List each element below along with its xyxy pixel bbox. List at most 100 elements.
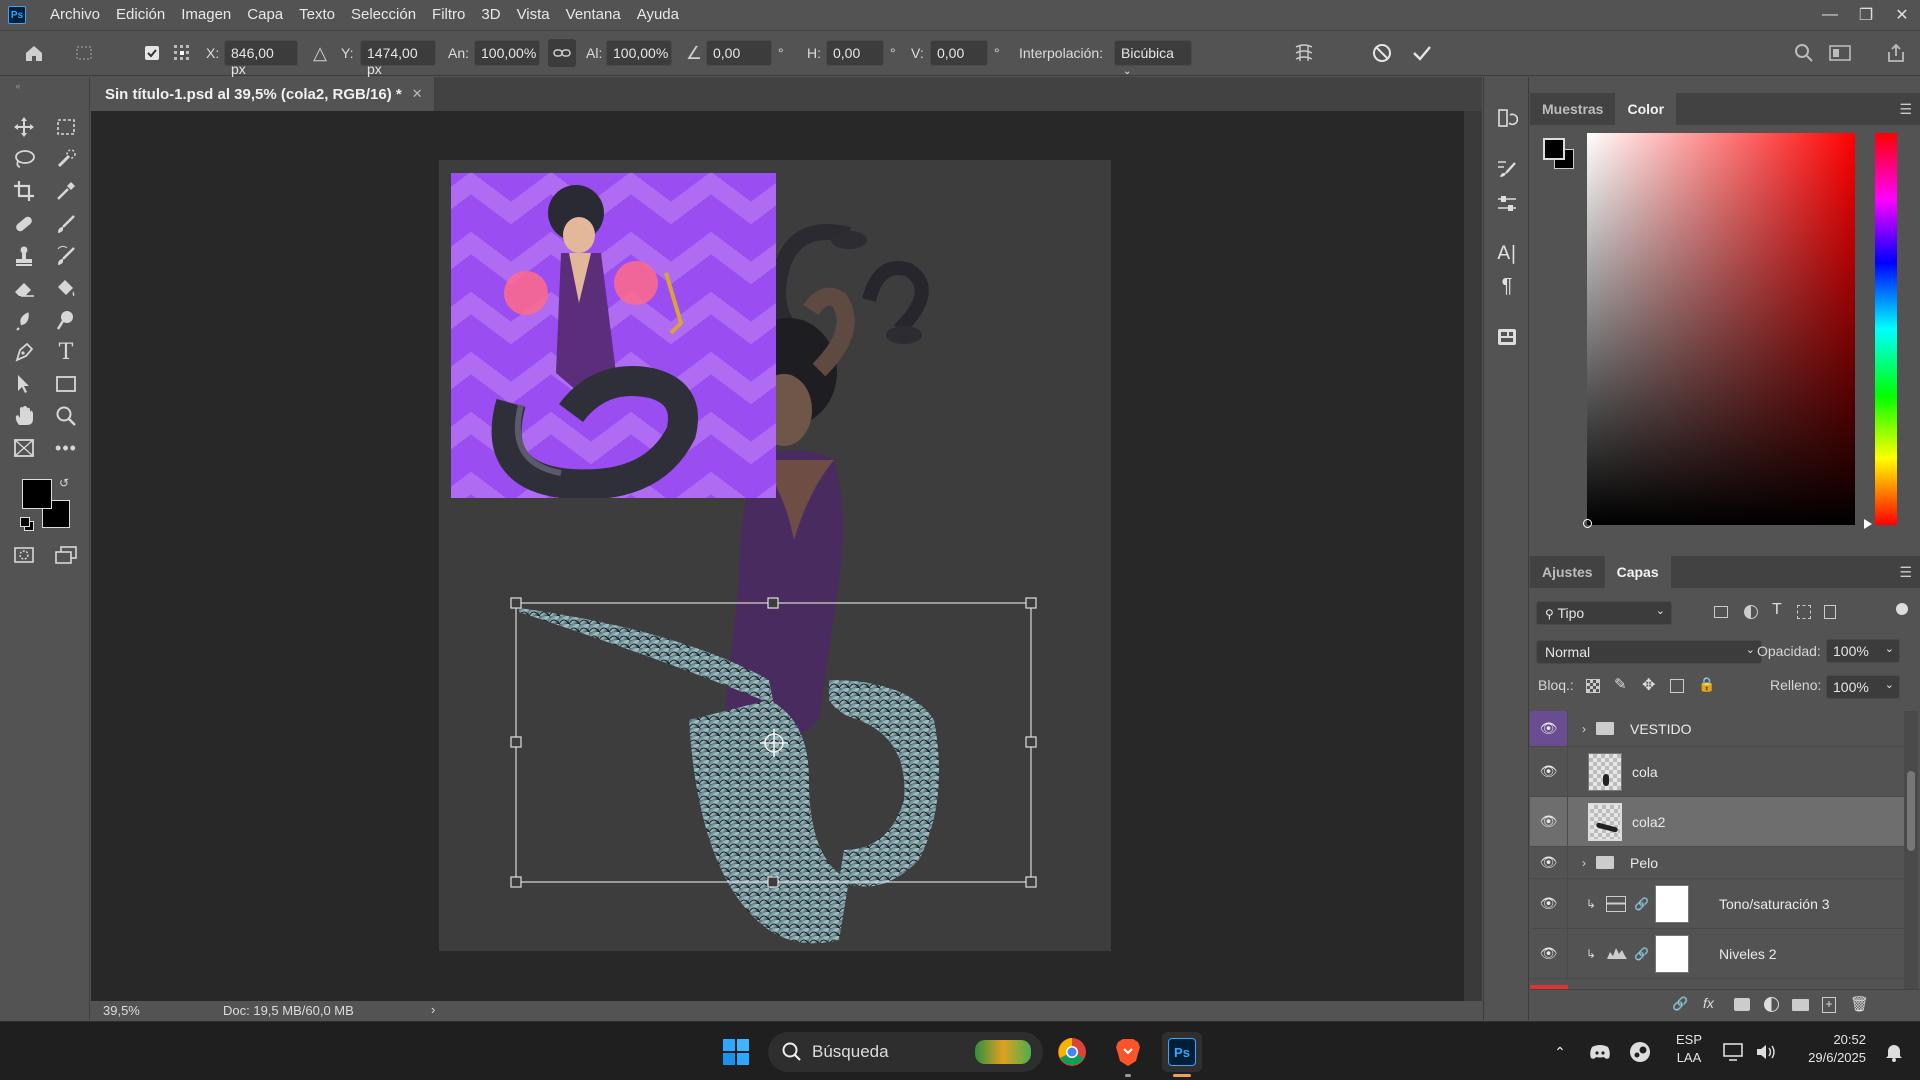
checkbox-checked-icon[interactable] [138, 39, 166, 67]
x-field[interactable]: 846,00 px [224, 40, 298, 77]
link-layers-icon[interactable]: 🔗 [1672, 996, 1688, 1012]
commit-transform-icon[interactable] [1408, 39, 1436, 67]
menu-filtro[interactable]: Filtro [424, 0, 473, 30]
photoshop-taskbar-icon[interactable]: Ps [1162, 1032, 1202, 1072]
hue-slider[interactable] [1875, 133, 1897, 525]
opacity-field[interactable]: 100% ⌄ [1826, 639, 1900, 663]
lock-position-icon[interactable]: ✥ [1642, 675, 1655, 695]
filter-shape-icon[interactable] [1797, 605, 1811, 619]
menu-vista[interactable]: Vista [509, 0, 558, 30]
layers-scrollbar[interactable] [1904, 711, 1918, 989]
filter-type-icon[interactable]: T [1772, 601, 1782, 619]
lock-all-icon[interactable]: 🔒 [1698, 676, 1715, 693]
brave-browser-icon[interactable] [1108, 1032, 1148, 1072]
menu-texto[interactable]: Texto [291, 0, 343, 30]
quick-mask-icon[interactable] [10, 541, 38, 569]
history-brush-tool-icon[interactable] [52, 242, 80, 270]
transform-tool-icon[interactable] [70, 39, 98, 67]
layer-row-pelo[interactable]: 👁 › Pelo [1530, 847, 1904, 879]
delta-icon[interactable]: △ [306, 39, 334, 67]
tray-chevron-up-icon[interactable]: ⌃ [1540, 1032, 1580, 1072]
layer-style-fx-icon[interactable]: fx [1703, 995, 1714, 1011]
visibility-eye-icon[interactable]: 👁 [1530, 847, 1568, 878]
history-panel-icon[interactable] [1492, 103, 1522, 133]
menu-edicion[interactable]: Edición [108, 0, 173, 30]
vskew-field[interactable]: 0,00 [930, 40, 988, 66]
menu-3d[interactable]: 3D [473, 0, 508, 30]
notification-bell-icon[interactable] [1874, 1032, 1914, 1072]
width-field[interactable]: 100,00% [474, 40, 540, 66]
expand-chevron-icon[interactable]: › [1582, 856, 1586, 870]
rectangle-tool-icon[interactable] [52, 370, 80, 398]
screen-mode-icon[interactable] [52, 541, 80, 569]
type-tool-icon[interactable]: T [52, 338, 80, 366]
eraser-tool-icon[interactable] [10, 274, 38, 302]
volume-icon[interactable] [1746, 1032, 1786, 1072]
frame-tool-icon[interactable] [10, 434, 38, 462]
fill-field[interactable]: 100% ⌄ [1826, 675, 1900, 699]
menu-capa[interactable]: Capa [239, 0, 291, 30]
taskbar-search[interactable]: Búsqueda [768, 1032, 1043, 1072]
clone-stamp-tool-icon[interactable] [10, 242, 38, 270]
visibility-eye-icon[interactable]: 👁 [1530, 711, 1568, 746]
foreground-swatch[interactable] [1543, 138, 1565, 160]
tab-capas[interactable]: Capas [1604, 556, 1671, 588]
search-icon[interactable] [1790, 39, 1818, 67]
brush-settings-icon[interactable] [1492, 153, 1522, 183]
filter-adjustment-icon[interactable] [1744, 605, 1758, 619]
crop-tool-icon[interactable] [10, 177, 38, 205]
zoom-tool-icon[interactable] [52, 402, 80, 430]
quick-selection-tool-icon[interactable] [52, 145, 80, 173]
layer-row-vestido[interactable]: 👁 › VESTIDO [1530, 711, 1904, 747]
layer-row-tono-saturacion-3[interactable]: 👁 ↳ 🔗 Tono/saturación 3 [1530, 879, 1904, 929]
close-window-icon[interactable]: ✕ [1884, 0, 1920, 30]
share-icon[interactable] [1882, 39, 1910, 67]
color-picker-field[interactable] [1587, 133, 1855, 525]
hue-slider-arrow-icon[interactable] [1864, 519, 1872, 529]
hand-tool-icon[interactable] [10, 402, 38, 430]
lock-image-brush-icon[interactable]: ✎ [1614, 675, 1627, 693]
layer-row-cola2[interactable]: 👁 cola2 [1530, 797, 1904, 847]
pen-tool-icon[interactable] [10, 338, 38, 366]
menu-seleccion[interactable]: Selección [343, 0, 424, 30]
move-tool-icon[interactable] [10, 113, 38, 141]
paint-bucket-tool-icon[interactable] [52, 274, 80, 302]
minimize-icon[interactable]: — [1812, 0, 1848, 30]
status-arrow-icon[interactable]: › [431, 1002, 435, 1017]
path-selection-tool-icon[interactable] [10, 370, 38, 398]
more-tools-icon[interactable]: ••• [52, 434, 80, 462]
height-field[interactable]: 100,00% [606, 40, 672, 66]
home-icon[interactable] [20, 39, 48, 67]
link-proportions-icon[interactable] [548, 39, 576, 67]
chain-link-icon[interactable]: 🔗 [1634, 897, 1649, 911]
tab-ajustes[interactable]: Ajustes [1530, 556, 1605, 588]
hskew-field[interactable]: 0,00 [826, 40, 884, 66]
tab-color[interactable]: Color [1615, 93, 1677, 125]
marquee-tool-icon[interactable] [52, 113, 80, 141]
healing-brush-tool-icon[interactable] [10, 210, 38, 238]
adjustments-sliders-icon[interactable] [1492, 189, 1522, 219]
reference-point-icon[interactable] [168, 39, 196, 67]
lock-transparent-icon[interactable] [1586, 679, 1600, 693]
clock[interactable]: 20:52 29/6/2025 [1786, 1032, 1866, 1065]
canvas-area[interactable] [91, 111, 1482, 1001]
menu-imagen[interactable]: Imagen [173, 0, 239, 30]
visibility-eye-icon[interactable]: 👁 [1530, 929, 1568, 978]
expand-chevron-icon[interactable]: › [1582, 722, 1586, 736]
document-canvas[interactable] [439, 160, 1111, 951]
character-panel-icon[interactable]: A| [1492, 238, 1522, 268]
zoom-level[interactable]: 39,5% [103, 1003, 140, 1018]
visibility-eye-icon[interactable]: 👁 [1530, 747, 1568, 796]
visibility-eye-icon[interactable]: 👁 [1530, 797, 1568, 846]
filter-pixel-icon[interactable] [1714, 606, 1728, 618]
menu-ayuda[interactable]: Ayuda [629, 0, 687, 30]
restore-icon[interactable]: ❐ [1848, 0, 1884, 30]
new-layer-icon[interactable]: + [1822, 997, 1836, 1013]
warp-icon[interactable] [1290, 39, 1318, 67]
swap-colors-icon[interactable]: ↺ [56, 475, 72, 491]
lock-artboard-icon[interactable] [1670, 679, 1684, 693]
chain-link-icon[interactable]: 🔗 [1634, 947, 1649, 961]
layer-row-niveles-2[interactable]: 👁 ↳ 🔗 Niveles 2 [1530, 929, 1904, 979]
vertical-scrollbar[interactable] [1464, 111, 1482, 1001]
interpolation-select[interactable]: Bicúbica ⌄ [1114, 40, 1192, 77]
